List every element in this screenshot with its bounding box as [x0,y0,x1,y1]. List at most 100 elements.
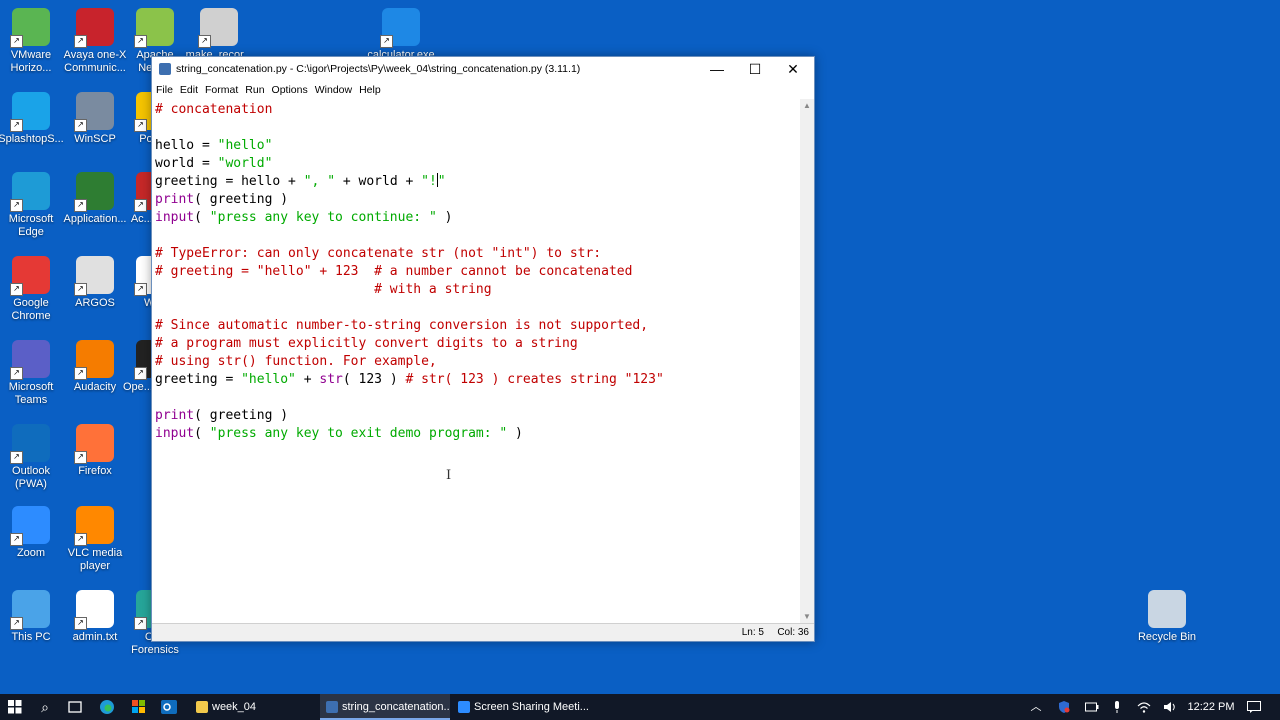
code-editor[interactable]: # concatenation hello = "hello" world = "… [152,99,800,624]
menu-file[interactable]: File [152,81,176,96]
code-token: print [155,192,195,207]
desktop-icon-microsoft-teams[interactable]: ↗ Microsoft Teams [0,340,65,407]
wifi-icon[interactable] [1134,694,1154,720]
idle-editor-window[interactable]: string_concatenation.py - C:\igor\Projec… [151,56,815,642]
desktop-icon-admin-txt[interactable]: ↗ admin.txt [61,590,129,644]
code-line[interactable]: # a program must explicitly convert digi… [155,335,800,353]
desktop-icon-google-chrome[interactable]: ↗ Google Chrome [0,256,65,323]
desktop-icon-avaya-one-x-communic[interactable]: ↗ Avaya one-X Communic... [61,8,129,75]
taskbar-app-string-concatenation[interactable]: string_concatenation.... [320,694,450,720]
shortcut-arrow-icon: ↗ [380,35,393,48]
desktop-icon-winscp[interactable]: ↗ WinSCP [61,92,129,146]
desktop-icon-label: This PC [11,631,51,643]
shortcut-arrow-icon: ↗ [74,617,87,630]
shortcut-arrow-icon: ↗ [10,35,23,48]
firefox-icon: ↗ [74,424,114,464]
minimize-button[interactable]: — [698,57,736,81]
microphone-icon[interactable] [1107,694,1127,720]
desktop-icon-outlook-pwa[interactable]: ↗ Outlook (PWA) [0,424,65,491]
menu-options[interactable]: Options [268,81,311,96]
scroll-up-icon[interactable]: ▲ [800,99,814,113]
desktop-icon-calculator-exe[interactable]: ↗ calculator.exe [367,8,435,62]
code-line[interactable] [155,119,800,137]
code-line[interactable] [155,389,800,407]
code-line[interactable] [155,227,800,245]
maximize-button[interactable]: ☐ [736,57,774,81]
code-line[interactable]: # greeting = "hello" + 123 # a number ca… [155,263,800,281]
desktop-icon-label: ARGOS [75,297,115,309]
desktop-icon-label: VLC media player [67,547,123,572]
menu-help[interactable]: Help [355,81,384,96]
code-text[interactable]: # concatenation hello = "hello" world = "… [152,99,800,443]
code-token: # with a string [155,282,492,297]
column-indicator: Col: 36 [777,627,809,638]
taskbar-app-week-04[interactable]: week_04 [190,694,318,720]
code-line[interactable]: print( greeting ) [155,191,800,209]
clock[interactable]: 12:22 PM [1186,694,1236,720]
scroll-down-icon[interactable]: ▼ [800,610,814,624]
code-token: # concatenation [155,102,273,117]
code-line[interactable]: # using str() function. For example, [155,353,800,371]
desktop-icon-label: Outlook (PWA) [12,465,50,490]
desktop-icon-vmware-horizo[interactable]: ↗ VMware Horizo... [0,8,65,75]
desktop-icon-this-pc[interactable]: ↗ This PC [0,590,65,644]
code-token: input [155,210,195,225]
desktop-icon-application[interactable]: ↗ Application... [61,172,129,226]
title-bar[interactable]: string_concatenation.py - C:\igor\Projec… [152,57,814,81]
code-line[interactable]: input( "press any key to continue: " ) [155,209,800,227]
splashtops-icon: ↗ [10,92,50,132]
code-token: # a program must explicitly convert digi… [155,336,578,351]
show-hidden-icons-chevron-icon[interactable]: ︿ [1026,694,1046,720]
start-button[interactable] [0,694,30,720]
notifications-icon[interactable] [1244,694,1264,720]
vertical-scrollbar[interactable]: ▲ ▼ [800,99,814,624]
code-line[interactable]: greeting = "hello" + str( 123 ) # str( 1… [155,371,800,389]
desktop-icon-recycle-bin[interactable]: Recycle Bin [1133,590,1201,644]
code-line[interactable]: # TypeError: can only concatenate str (n… [155,245,800,263]
code-token: + world + [335,174,422,189]
code-line[interactable]: greeting = hello + ", " + world + "!" [155,173,800,191]
menu-window[interactable]: Window [311,81,355,96]
shortcut-arrow-icon: ↗ [74,283,87,296]
shortcut-arrow-icon: ↗ [10,119,23,132]
outlook-taskbar-icon[interactable] [156,694,182,720]
audacity-icon: ↗ [74,340,114,380]
menu-run[interactable]: Run [241,81,267,96]
desktop-icon-microsoft-edge[interactable]: ↗ Microsoft Edge [0,172,65,239]
code-line[interactable]: world = "world" [155,155,800,173]
search-icon[interactable]: ⌕ [32,694,58,720]
code-line[interactable]: # concatenation [155,101,800,119]
menu-edit[interactable]: Edit [176,81,201,96]
code-line[interactable]: hello = "hello" [155,137,800,155]
desktop-icon-vlc-media-player[interactable]: ↗ VLC media player [61,506,129,573]
winscp-icon: ↗ [74,92,114,132]
edge-taskbar-icon[interactable] [94,694,120,720]
code-token: "! [421,174,437,189]
shortcut-arrow-icon: ↗ [10,283,23,296]
desktop-icon-firefox[interactable]: ↗ Firefox [61,424,129,478]
desktop-icon-label: Recycle Bin [1137,631,1197,643]
taskbar-app-screen-sharing-meeti[interactable]: Screen Sharing Meeti... [452,694,590,720]
close-button[interactable]: ✕ [774,57,812,81]
defender-icon[interactable] [1054,694,1074,720]
code-line[interactable] [155,299,800,317]
task-view-icon[interactable] [62,694,88,720]
shortcut-arrow-icon: ↗ [134,617,147,630]
code-line[interactable]: print( greeting ) [155,407,800,425]
store-taskbar-icon[interactable] [126,694,152,720]
volume-icon[interactable] [1160,694,1180,720]
code-line[interactable]: input( "press any key to exit demo progr… [155,425,800,443]
code-token: ( [194,210,210,225]
desktop-icon-audacity[interactable]: ↗ Audacity [61,340,129,394]
code-line[interactable]: # Since automatic number-to-string conve… [155,317,800,335]
menu-format[interactable]: Format [201,81,241,96]
desktop-icon-zoom[interactable]: ↗ Zoom [0,506,65,560]
battery-icon[interactable] [1082,694,1102,720]
desktop-icon-argos[interactable]: ↗ ARGOS [61,256,129,310]
desktop-icon-splashtops[interactable]: ↗ SplashtopS... [0,92,65,146]
code-line[interactable]: # with a string [155,281,800,299]
code-token: world = [155,156,218,171]
shortcut-arrow-icon: ↗ [10,367,23,380]
line-indicator: Ln: 5 [741,627,764,638]
desktop-icon-make-recor[interactable]: ↗ make_recor... [185,8,253,62]
